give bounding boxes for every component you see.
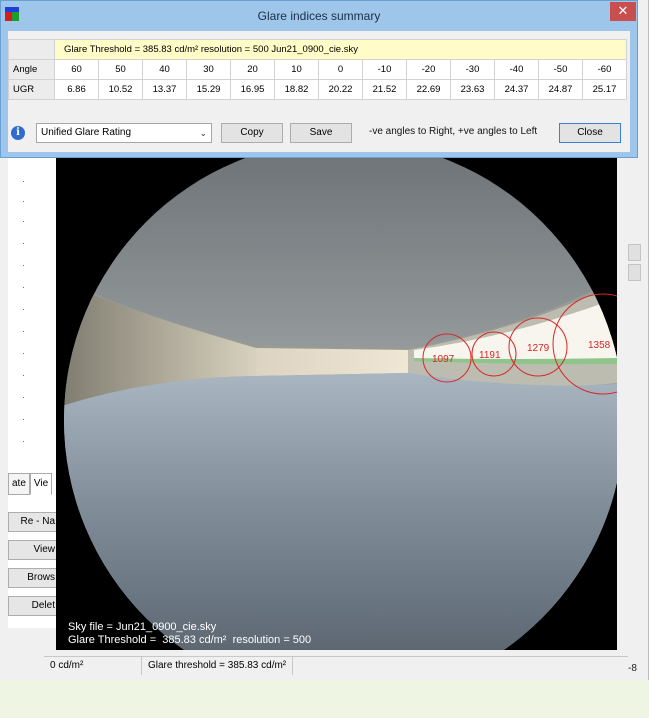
angle-cell: 40 bbox=[142, 59, 187, 80]
ugr-cell: 24.87 bbox=[538, 79, 583, 100]
ugr-cell: 20.22 bbox=[318, 79, 363, 100]
angle-cell: -60 bbox=[582, 59, 627, 80]
direction-note: -ve angles to Right, +ve angles to Left bbox=[369, 126, 538, 137]
edge-value-label: -8 bbox=[628, 663, 637, 674]
ugr-cell: 18.82 bbox=[274, 79, 319, 100]
list-dot: · bbox=[22, 326, 25, 336]
rename-button[interactable]: Re - Na bbox=[8, 512, 58, 532]
ugr-cell: 22.69 bbox=[406, 79, 451, 100]
table-row: UGR 6.86 10.52 13.37 15.29 16.95 18.82 2… bbox=[8, 79, 627, 100]
list-dot: · bbox=[22, 392, 25, 402]
list-dot: · bbox=[22, 260, 25, 270]
right-scroll-strip bbox=[628, 158, 641, 658]
luminance-readout: 0 cd/m² bbox=[44, 656, 142, 675]
dialog-titlebar[interactable]: Glare indices summary ✕ bbox=[1, 1, 637, 31]
angle-cell: 0 bbox=[318, 59, 363, 80]
sky-file-caption: Sky file = Jun21_0900_cie.sky bbox=[68, 621, 217, 633]
dialog-content: Glare Threshold = 385.83 cd/m² resolutio… bbox=[8, 31, 630, 152]
glare-summary-dialog: Glare indices summary ✕ Glare Threshold … bbox=[0, 0, 638, 158]
browse-button[interactable]: Brows bbox=[8, 568, 58, 588]
glare-table: Glare Threshold = 385.83 cd/m² resolutio… bbox=[8, 39, 627, 100]
ugr-cell: 25.17 bbox=[582, 79, 627, 100]
glare-marker-label: 1097 bbox=[432, 354, 455, 365]
table-row: Angle 60 50 40 30 20 10 0 -10 -20 -30 -4… bbox=[8, 59, 627, 80]
metric-select-value: Unified Glare Rating bbox=[41, 127, 132, 138]
ugr-cell: 24.37 bbox=[494, 79, 539, 100]
table-info-cell: Glare Threshold = 385.83 cd/m² resolutio… bbox=[54, 39, 627, 60]
list-dot: · bbox=[22, 414, 25, 424]
info-icon[interactable]: i bbox=[11, 126, 25, 140]
status-bar: 0 cd/m² Glare threshold = 385.83 cd/m² bbox=[44, 656, 628, 675]
fisheye-render-view[interactable]: 1097 1191 1279 1358 Sky file = Jun21_090… bbox=[56, 158, 617, 650]
dialog-controls: i Unified Glare Rating ⌄ Copy Save -ve a… bbox=[8, 122, 630, 144]
scroll-handle[interactable] bbox=[628, 244, 641, 261]
list-dot: · bbox=[22, 282, 25, 292]
glare-marker-label: 1279 bbox=[527, 343, 550, 354]
ugr-cell: 16.95 bbox=[230, 79, 275, 100]
list-dot: · bbox=[22, 216, 25, 226]
table-corner-cell bbox=[8, 39, 55, 60]
threshold-caption: Glare Threshold = 385.83 cd/m² resolutio… bbox=[68, 634, 312, 646]
ugr-cell: 6.86 bbox=[54, 79, 99, 100]
angle-cell: 50 bbox=[98, 59, 143, 80]
glare-marker-label: 1191 bbox=[479, 350, 501, 361]
copy-button[interactable]: Copy bbox=[221, 123, 283, 143]
angle-cell: 20 bbox=[230, 59, 275, 80]
far-wall bbox=[256, 348, 408, 376]
angle-cell: -10 bbox=[362, 59, 407, 80]
angle-cell: -50 bbox=[538, 59, 583, 80]
angle-cell: 60 bbox=[54, 59, 99, 80]
floor bbox=[64, 373, 617, 650]
close-button[interactable]: Close bbox=[559, 123, 621, 143]
side-tab-strip: ate Vie bbox=[8, 473, 53, 495]
threshold-readout: Glare threshold = 385.83 cd/m² bbox=[142, 656, 294, 675]
list-dot: · bbox=[22, 436, 25, 446]
list-dot: · bbox=[22, 238, 25, 248]
tab-create[interactable]: ate bbox=[8, 473, 30, 495]
list-dot: · bbox=[22, 196, 25, 206]
view-button[interactable]: View bbox=[8, 540, 58, 560]
chevron-down-icon: ⌄ bbox=[199, 128, 207, 138]
tab-view[interactable]: Vie bbox=[29, 473, 53, 495]
save-button[interactable]: Save bbox=[290, 123, 352, 143]
list-dot: · bbox=[22, 304, 25, 314]
dialog-title: Glare indices summary bbox=[257, 9, 381, 23]
ugr-cell: 10.52 bbox=[98, 79, 143, 100]
delete-button[interactable]: Delet bbox=[8, 596, 58, 616]
angle-row-header: Angle bbox=[8, 59, 55, 80]
angle-cell: 30 bbox=[186, 59, 231, 80]
list-dot: · bbox=[22, 348, 25, 358]
ugr-cell: 21.52 bbox=[362, 79, 407, 100]
close-icon[interactable]: ✕ bbox=[610, 2, 636, 21]
glare-metric-select[interactable]: Unified Glare Rating ⌄ bbox=[36, 123, 212, 143]
list-dot: · bbox=[22, 176, 25, 186]
ugr-cell: 13.37 bbox=[142, 79, 187, 100]
scroll-handle[interactable] bbox=[628, 264, 641, 281]
angle-cell: -40 bbox=[494, 59, 539, 80]
angle-cell: 10 bbox=[274, 59, 319, 80]
glare-marker-label: 1358 bbox=[588, 340, 611, 351]
list-dot: · bbox=[22, 370, 25, 380]
angle-cell: -20 bbox=[406, 59, 451, 80]
fisheye-image: 1097 1191 1279 1358 bbox=[64, 158, 617, 650]
ugr-cell: 23.63 bbox=[450, 79, 495, 100]
angle-cell: -30 bbox=[450, 59, 495, 80]
ugr-row-header: UGR bbox=[8, 79, 55, 100]
ugr-cell: 15.29 bbox=[186, 79, 231, 100]
table-row: Glare Threshold = 385.83 cd/m² resolutio… bbox=[8, 39, 627, 60]
